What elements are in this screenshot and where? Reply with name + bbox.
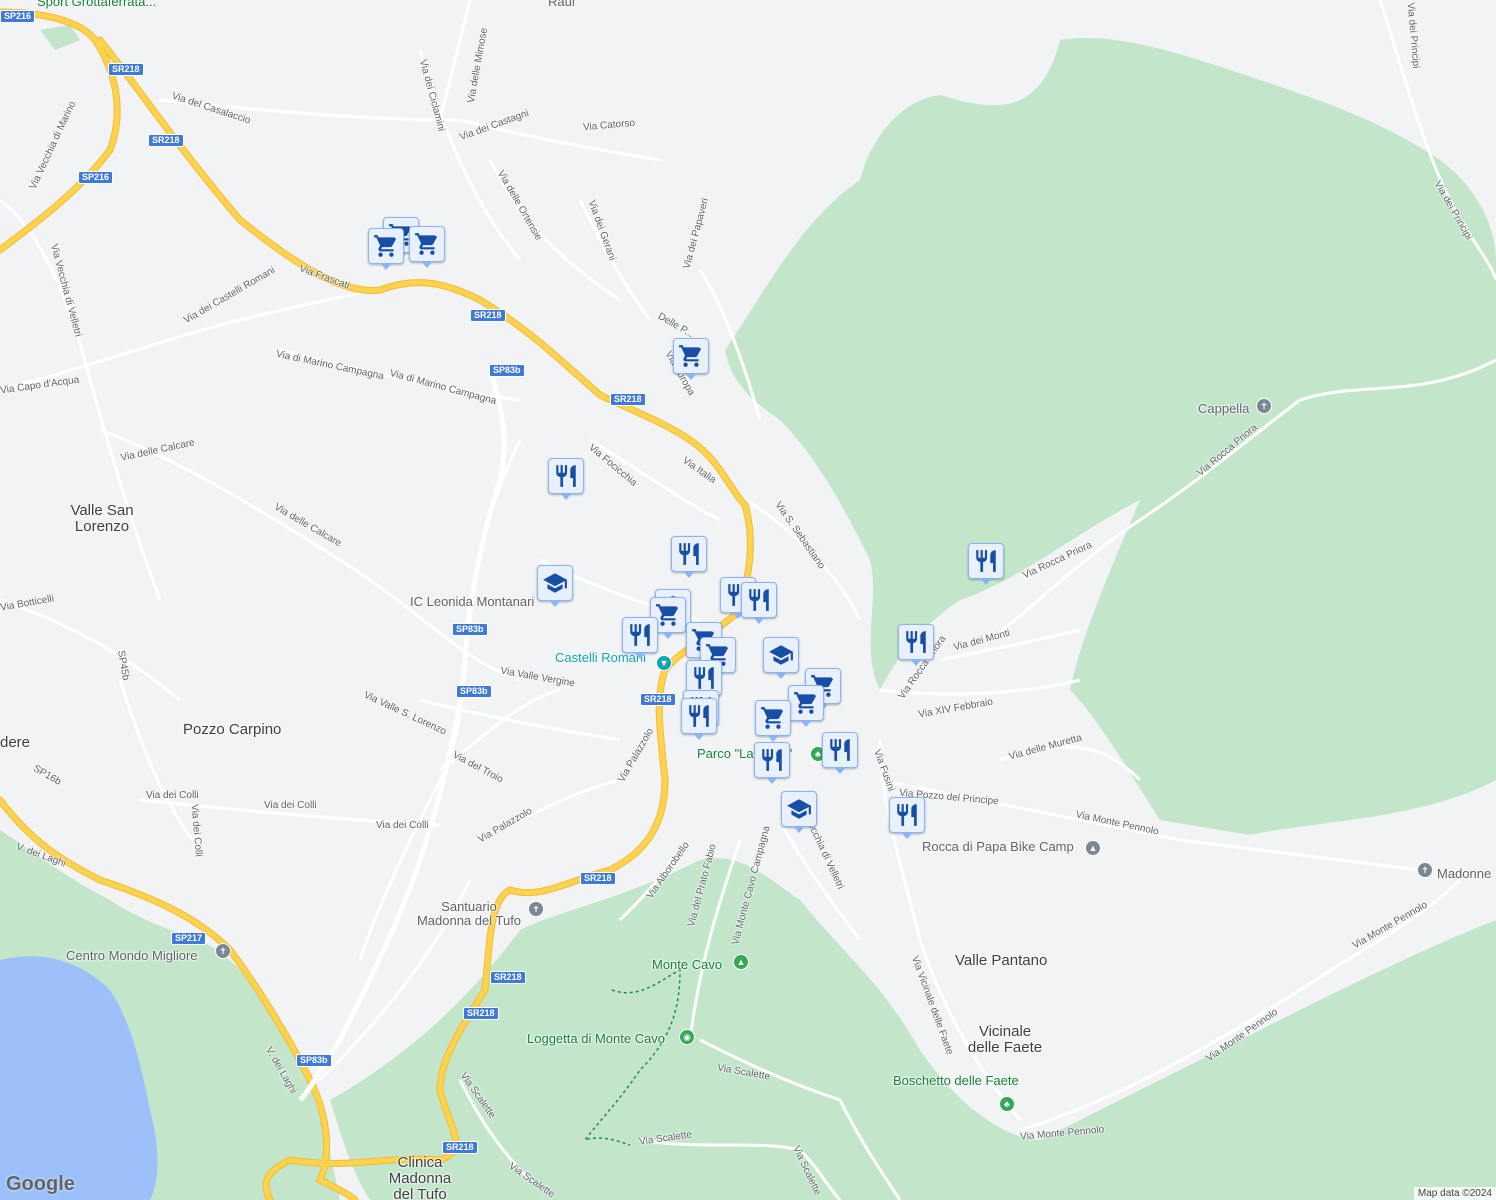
road-shield: SR218 [463, 1007, 499, 1020]
road-shield: SP83b [489, 364, 525, 377]
poi-monte-cavo[interactable]: Monte Cavo [652, 957, 722, 972]
place-dere: dere [0, 734, 31, 751]
church-icon[interactable]: ✝ [528, 901, 544, 917]
road-shield: SP83b [452, 623, 488, 636]
poi-boschetto[interactable]: Boschetto delle Faete [893, 1073, 1019, 1088]
map-marker[interactable] [537, 565, 573, 607]
road-shield: SP83b [296, 1054, 332, 1067]
fork-knife-icon [894, 802, 920, 828]
road-shield: SR218 [148, 134, 184, 147]
map-marker[interactable] [898, 624, 934, 666]
map-marker[interactable] [409, 226, 445, 268]
transit-icon[interactable]: ▼ [656, 655, 672, 671]
road-label: Via dei Colli [376, 820, 429, 831]
road-shield: SP216 [78, 171, 114, 184]
map-attribution[interactable]: Map data ©2024 [1413, 1187, 1496, 1200]
cart-icon [760, 705, 786, 731]
graduation-cap-icon[interactable]: ▲ [1085, 840, 1101, 856]
church-icon[interactable]: ✝ [1417, 862, 1433, 878]
map-marker[interactable] [968, 543, 1004, 585]
poi-ic-leonida[interactable]: IC Leonida Montanari [410, 594, 534, 609]
fork-knife-icon [627, 622, 653, 648]
mountain-icon[interactable]: ▲ [733, 954, 749, 970]
map-marker[interactable] [763, 637, 799, 679]
graduation-cap-icon [768, 642, 794, 668]
map-marker[interactable] [548, 458, 584, 500]
place-pozzo-carpino: Pozzo Carpino [183, 721, 282, 738]
map-marker[interactable] [889, 797, 925, 839]
place-clinica: Clinica Madonna del Tufo [388, 1154, 452, 1200]
fork-knife-icon [691, 665, 717, 691]
road-shield: SP216 [0, 10, 36, 23]
graduation-cap-icon [786, 796, 812, 822]
road-shield: SR218 [442, 1141, 478, 1154]
google-logo: Google [6, 1173, 75, 1195]
map-marker[interactable] [781, 791, 817, 833]
poi-bike-camp[interactable]: Rocca di Papa Bike Camp [922, 839, 1074, 854]
poi-madonne[interactable]: Madonne [1437, 866, 1491, 881]
place-valle-pantano: Valle Pantano [955, 952, 1048, 969]
place-valle-san-lorenzo: Valle San Lorenzo [70, 502, 134, 535]
poi-santuario[interactable]: Santuario Madonna del Tufo [413, 900, 525, 928]
place-vicinale-delle-faete: Vicinale delle Faete [967, 1023, 1043, 1056]
road-shield: SP83b [456, 685, 492, 698]
road-label: Via dei Colli [264, 800, 317, 811]
park-area-north [40, 25, 80, 50]
church-icon[interactable]: ✝ [215, 943, 231, 959]
graduation-cap-icon [542, 570, 568, 596]
cart-icon [373, 233, 399, 259]
map-marker[interactable] [788, 685, 824, 727]
road-shield: SR218 [640, 693, 676, 706]
fork-knife-icon [746, 587, 772, 613]
road-shield: SR218 [580, 872, 616, 885]
map-marker[interactable] [755, 700, 791, 742]
fork-knife-icon [686, 703, 712, 729]
poi-raul[interactable]: Raul [548, 0, 575, 9]
map-marker[interactable] [368, 228, 404, 270]
cart-icon [655, 602, 681, 628]
church-icon[interactable]: ✝ [1256, 398, 1272, 414]
map-marker[interactable] [741, 582, 777, 624]
fork-knife-icon [973, 548, 999, 574]
fork-knife-icon [827, 737, 853, 763]
fork-knife-icon [903, 629, 929, 655]
camera-icon[interactable]: ◉ [679, 1029, 695, 1045]
map-marker[interactable] [822, 732, 858, 774]
cart-icon [414, 231, 440, 257]
map-marker[interactable] [681, 698, 717, 740]
fork-knife-icon [676, 541, 702, 567]
road-shield: SP217 [171, 932, 207, 945]
fork-knife-icon [553, 463, 579, 489]
poi-sport[interactable]: Sport Grottaferrata... [37, 0, 156, 9]
tree-icon[interactable]: ♣ [999, 1096, 1015, 1112]
road-shield: SR218 [108, 63, 144, 76]
cart-icon [678, 343, 704, 369]
road-shield: SR218 [610, 393, 646, 406]
fork-knife-icon [759, 747, 785, 773]
map-canvas[interactable]: Valle San Lorenzo Pozzo Carpino dere Val… [0, 0, 1496, 1200]
road-label: Via dei Colli [146, 790, 199, 801]
map-marker[interactable] [622, 617, 658, 659]
poi-centro-mondo[interactable]: Centro Mondo Migliore [66, 948, 198, 963]
road-shield: SR218 [470, 309, 506, 322]
road-shield: SR218 [490, 971, 526, 984]
poi-loggetta[interactable]: Loggetta di Monte Cavo [527, 1031, 665, 1046]
cart-icon [793, 690, 819, 716]
map-marker[interactable] [673, 338, 709, 380]
map-marker[interactable] [754, 742, 790, 784]
park-area-east [725, 38, 1496, 836]
map-marker[interactable] [671, 536, 707, 578]
poi-cappella[interactable]: Cappella [1198, 401, 1249, 416]
